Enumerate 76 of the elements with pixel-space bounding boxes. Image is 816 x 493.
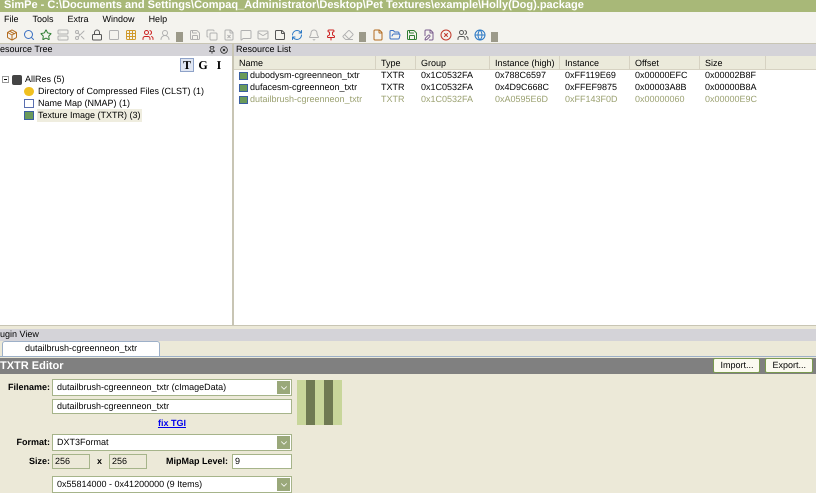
height-field[interactable]: 256 [109,454,147,470]
column-header[interactable]: Name [234,56,376,69]
table-cell-text: 0x1C0532FA [421,68,474,82]
times-sign: x [96,454,103,468]
mipmap-field[interactable]: 9 [232,454,292,470]
field-label: MipMap Level: [164,454,229,468]
view-toggle[interactable]: T [180,58,194,72]
search-icon[interactable] [21,27,36,42]
table-cell-text: 0xFF119E69 [565,68,616,82]
filename-input[interactable]: dutailbrush-cgreenneon_txtr [52,399,292,414]
pin-icon[interactable] [208,46,216,54]
table-cell-text: 0x1C0532FA [421,92,474,106]
note-icon[interactable] [272,27,287,42]
table-cell-text: 0xFFEF9875 [565,80,618,94]
close-icon[interactable] [220,46,228,54]
image-icon [24,111,34,120]
grid-icon[interactable] [123,27,138,42]
table-cell-text: 0xFF143F0D [565,92,618,106]
tree-item[interactable]: Name Map (NMAP) (1) [37,96,132,110]
fix-tgi-link[interactable]: fix TGI [158,417,186,430]
column-header[interactable]: Size [700,56,766,69]
table-cell-text: 0x1C0532FA [421,80,474,94]
table-cell-text: 0x788C6597 [495,68,546,82]
document-tab[interactable]: dutailbrush-cgreenneon_txtr [2,340,160,356]
package-icon[interactable] [4,27,19,42]
collapse-icon[interactable] [2,76,9,84]
open-folder-icon[interactable] [387,27,402,42]
table-cell-text: 0x00000B8A [705,80,757,94]
table-cell-text: 0x00003A8B [635,80,687,94]
menu-item[interactable]: Window [102,12,135,26]
column-header[interactable]: Group [416,56,490,69]
view-toggle[interactable]: I [212,58,226,72]
table-cell[interactable]: dubodysm-cgreenneon_txtr [250,68,360,82]
width-field[interactable]: 256 [52,454,90,470]
tree-item[interactable]: Directory of Compressed Files (CLST) (1) [37,84,206,98]
panel-title: esource Tree [0,42,53,56]
table-cell-text: TXTR [381,92,404,106]
menu-item[interactable]: Tools [32,12,54,26]
tree-item[interactable]: AllRes (5) [25,72,65,86]
field-label: Format: [16,436,50,449]
column-header[interactable]: Offset [630,56,700,69]
save-icon[interactable] [404,27,419,42]
menu-item[interactable]: File [4,12,19,26]
menu-item[interactable]: Help [148,12,168,26]
panel-title: ugin View [0,328,39,341]
table-cell-text: TXTR [381,68,404,82]
globe-icon[interactable] [472,27,487,42]
users-icon[interactable] [455,27,470,42]
field-label: Filename: [6,380,50,394]
texture-preview-drawing [297,380,342,426]
cube-icon [12,74,22,85]
column-header[interactable]: Type [376,56,416,69]
window-title: SimPe - C:\Documents and Settings\Compaq_Administrator\Desktop\Pet Textures\example\Holly(Dog).package [4,0,584,12]
lock-icon[interactable] [89,27,104,42]
table-cell-text: 0x00000EFC [635,68,688,82]
tree-item[interactable]: Texture Image (TXTR) (3) [37,108,142,122]
editor-title: TXTR Editor [0,358,64,374]
panel-title: Resource List [236,42,292,56]
table-cell-text: 0x4D9C668C [495,80,550,94]
users-icon[interactable] [140,27,155,42]
table-cell-text: 0xA0595E6D [495,92,548,106]
refresh-icon[interactable] [289,27,304,42]
table-cell-text: 0x00000060 [635,92,685,106]
list-icon [24,99,34,108]
table-cell-text: 0x00002B8F [705,68,756,82]
field-label: Size: [28,454,50,468]
table-cell-text: 0x00000E9C [705,92,758,106]
table-cell[interactable]: dufacesm-cgreenneon_txtr [250,80,358,94]
close-circle-icon[interactable] [438,27,453,42]
table-cell-text: TXTR [381,80,404,94]
action-button[interactable]: Export... [765,358,813,374]
column-header[interactable]: Instance (high) [490,56,560,69]
action-button[interactable]: Import... [713,358,760,374]
view-toggle[interactable]: G [196,58,210,72]
column-header[interactable]: Instance [560,56,630,69]
menu-item[interactable]: Extra [68,12,89,26]
